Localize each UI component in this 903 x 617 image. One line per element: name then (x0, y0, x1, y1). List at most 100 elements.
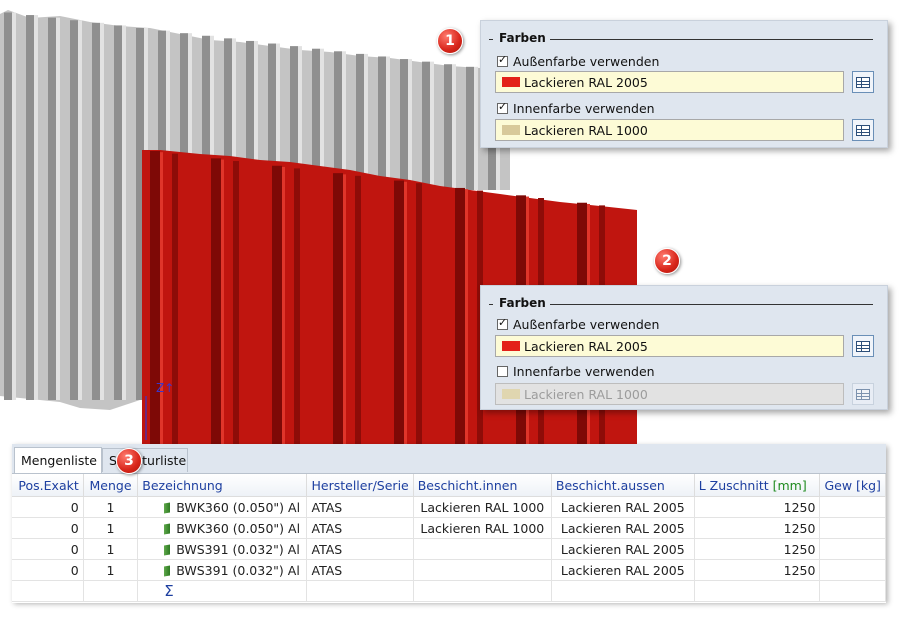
checkbox-box[interactable] (497, 316, 508, 330)
checkbox-label: Innenfarbe verwenden (513, 101, 655, 116)
cell-beschicht-aussen: Lackieren RAL 2005 (551, 559, 695, 581)
tab-strukturliste[interactable]: Strukturliste (102, 448, 188, 472)
panel-rib (333, 173, 343, 444)
panel-rib (4, 12, 12, 401)
sheet-part-icon (164, 501, 171, 514)
checkbox-box[interactable] (497, 100, 508, 114)
colors-panel-2: Farben Außenfarbe verwenden Lackieren RA… (480, 285, 888, 410)
panel-rib (465, 189, 468, 444)
checkbox-box[interactable] (497, 53, 508, 67)
panel-rib (26, 15, 34, 400)
cell-text: Lackieren RAL 1000 (420, 499, 545, 515)
cell-l-zuschnitt: 1250 (694, 517, 821, 539)
outer-color-field[interactable]: Lackieren RAL 2005 (495, 71, 844, 93)
column-header-pos[interactable]: Pos.Exakt (12, 474, 84, 497)
color-swatch (502, 125, 520, 135)
cell-text: Lackieren RAL 2005 (560, 520, 685, 536)
column-header-beschicht-aussen[interactable]: Beschicht.aussen (551, 474, 695, 497)
sheet-part-icon (164, 564, 171, 577)
panel-highlight (386, 56, 390, 191)
panel-rib (466, 66, 474, 190)
cell-text: 1 (106, 520, 115, 536)
table-icon (856, 340, 870, 352)
cell-pos: 0 (12, 538, 84, 560)
inner-color-picker-button[interactable] (852, 383, 874, 405)
cell-beschicht-innen: Lackieren RAL 1000 (413, 517, 552, 539)
inner-color-checkbox[interactable]: Innenfarbe verwenden (497, 100, 655, 116)
sum-cell (413, 580, 552, 602)
callout-badge-1: 1 (437, 28, 463, 54)
quantity-list-panel: Mengenliste Strukturliste Pos.Exakt Meng… (12, 444, 886, 603)
cell-text: 1250 (783, 499, 816, 515)
cell-beschicht-innen (413, 538, 552, 560)
checkbox-label: Außenfarbe verwenden (513, 54, 660, 69)
callout-badge-3: 3 (116, 448, 142, 474)
quantity-table: Pos.Exakt Menge Bezeichnung Hersteller/S… (12, 473, 886, 603)
panel-rib (114, 25, 122, 400)
panel-rib (172, 153, 178, 445)
sheet-part-icon (164, 522, 171, 535)
panel-highlight (452, 64, 456, 190)
panel-rib (404, 181, 407, 444)
color-value: Lackieren RAL 1000 (524, 386, 648, 402)
color-swatch (502, 389, 520, 399)
table-row[interactable]: 0 1 BWK360 (0.050") Al ATAS Lackieren RAL 10… (12, 496, 886, 518)
panel-rib (160, 152, 163, 444)
inner-color-field[interactable]: Lackieren RAL 1000 (495, 383, 844, 405)
inner-color-checkbox[interactable]: Innenfarbe verwenden (497, 364, 655, 379)
header-label: L Zuschnitt (698, 477, 769, 493)
cell-hersteller: ATAS (306, 496, 414, 518)
outer-color-field[interactable]: Lackieren RAL 2005 (495, 335, 844, 357)
outer-color-picker-button[interactable] (852, 71, 874, 93)
sum-cell (551, 580, 695, 602)
table-row[interactable]: 0 1 BWS391 (0.032") Al ATAS Lackieren RAL 20… (12, 559, 886, 581)
cell-gewicht (819, 517, 886, 539)
outer-color-picker-button[interactable] (852, 335, 874, 357)
outer-color-checkbox[interactable]: Außenfarbe verwenden (497, 316, 660, 332)
cell-pos: 0 (12, 517, 84, 539)
panel-highlight (56, 17, 60, 400)
group-title: Farben (493, 31, 550, 45)
cell-hersteller: ATAS (306, 559, 414, 581)
inner-color-field[interactable]: Lackieren RAL 1000 (495, 119, 844, 141)
cell-l-zuschnitt: 1250 (694, 538, 821, 560)
tab-mengenliste[interactable]: Mengenliste (14, 447, 102, 473)
table-row[interactable]: 0 1 BWS391 (0.032") Al ATAS Lackieren RAL 20… (12, 538, 886, 560)
column-header-menge[interactable]: Menge (83, 474, 139, 497)
inner-color-picker-button[interactable] (852, 119, 874, 141)
panel-rib (282, 166, 285, 444)
cell-text: 1 (106, 562, 115, 578)
panel-highlight (122, 25, 126, 400)
checkbox-label: Innenfarbe verwenden (513, 364, 655, 379)
column-header-beschicht-innen[interactable]: Beschicht.innen (413, 474, 552, 497)
checkbox-label: Außenfarbe verwenden (513, 317, 660, 332)
sum-cell (819, 580, 886, 602)
panel-rib (48, 17, 56, 400)
cell-hersteller: ATAS (306, 517, 414, 539)
panel-rib (422, 61, 430, 190)
column-header-hersteller[interactable]: Hersteller/Serie (306, 474, 414, 497)
outer-color-checkbox[interactable]: Außenfarbe verwenden (497, 53, 660, 69)
panel-rib (233, 161, 239, 444)
cell-l-zuschnitt: 1250 (694, 496, 821, 518)
table-row[interactable]: 0 1 BWK360 (0.050") Al ATAS Lackieren RAL 10… (12, 517, 886, 539)
cell-text: BWK360 (0.050") Al (176, 499, 301, 515)
cell-text: BWK360 (0.050") Al (176, 520, 301, 536)
panel-rib (378, 56, 386, 191)
table-header-row: Pos.Exakt Menge Bezeichnung Hersteller/S… (12, 474, 886, 497)
cell-text: ATAS (311, 499, 343, 515)
panel-highlight (474, 66, 478, 190)
sum-cell: Σ (137, 580, 308, 602)
checkbox-box[interactable] (497, 366, 508, 377)
column-header-l-zuschnitt[interactable]: L Zuschnitt [mm] (694, 474, 821, 497)
panel-rib (394, 180, 404, 444)
panel-rib (455, 187, 465, 444)
cell-text: 0 (70, 520, 79, 536)
cell-bezeichnung: BWK360 (0.050") Al (137, 496, 308, 518)
cell-text: Lackieren RAL 1000 (420, 520, 545, 536)
panel-rib (92, 22, 100, 401)
column-header-bezeichnung[interactable]: Bezeichnung (137, 474, 308, 497)
cell-text: Lackieren RAL 2005 (560, 541, 685, 557)
column-header-gewicht[interactable]: Gew [kg] (819, 474, 886, 497)
panel-highlight (364, 53, 368, 190)
